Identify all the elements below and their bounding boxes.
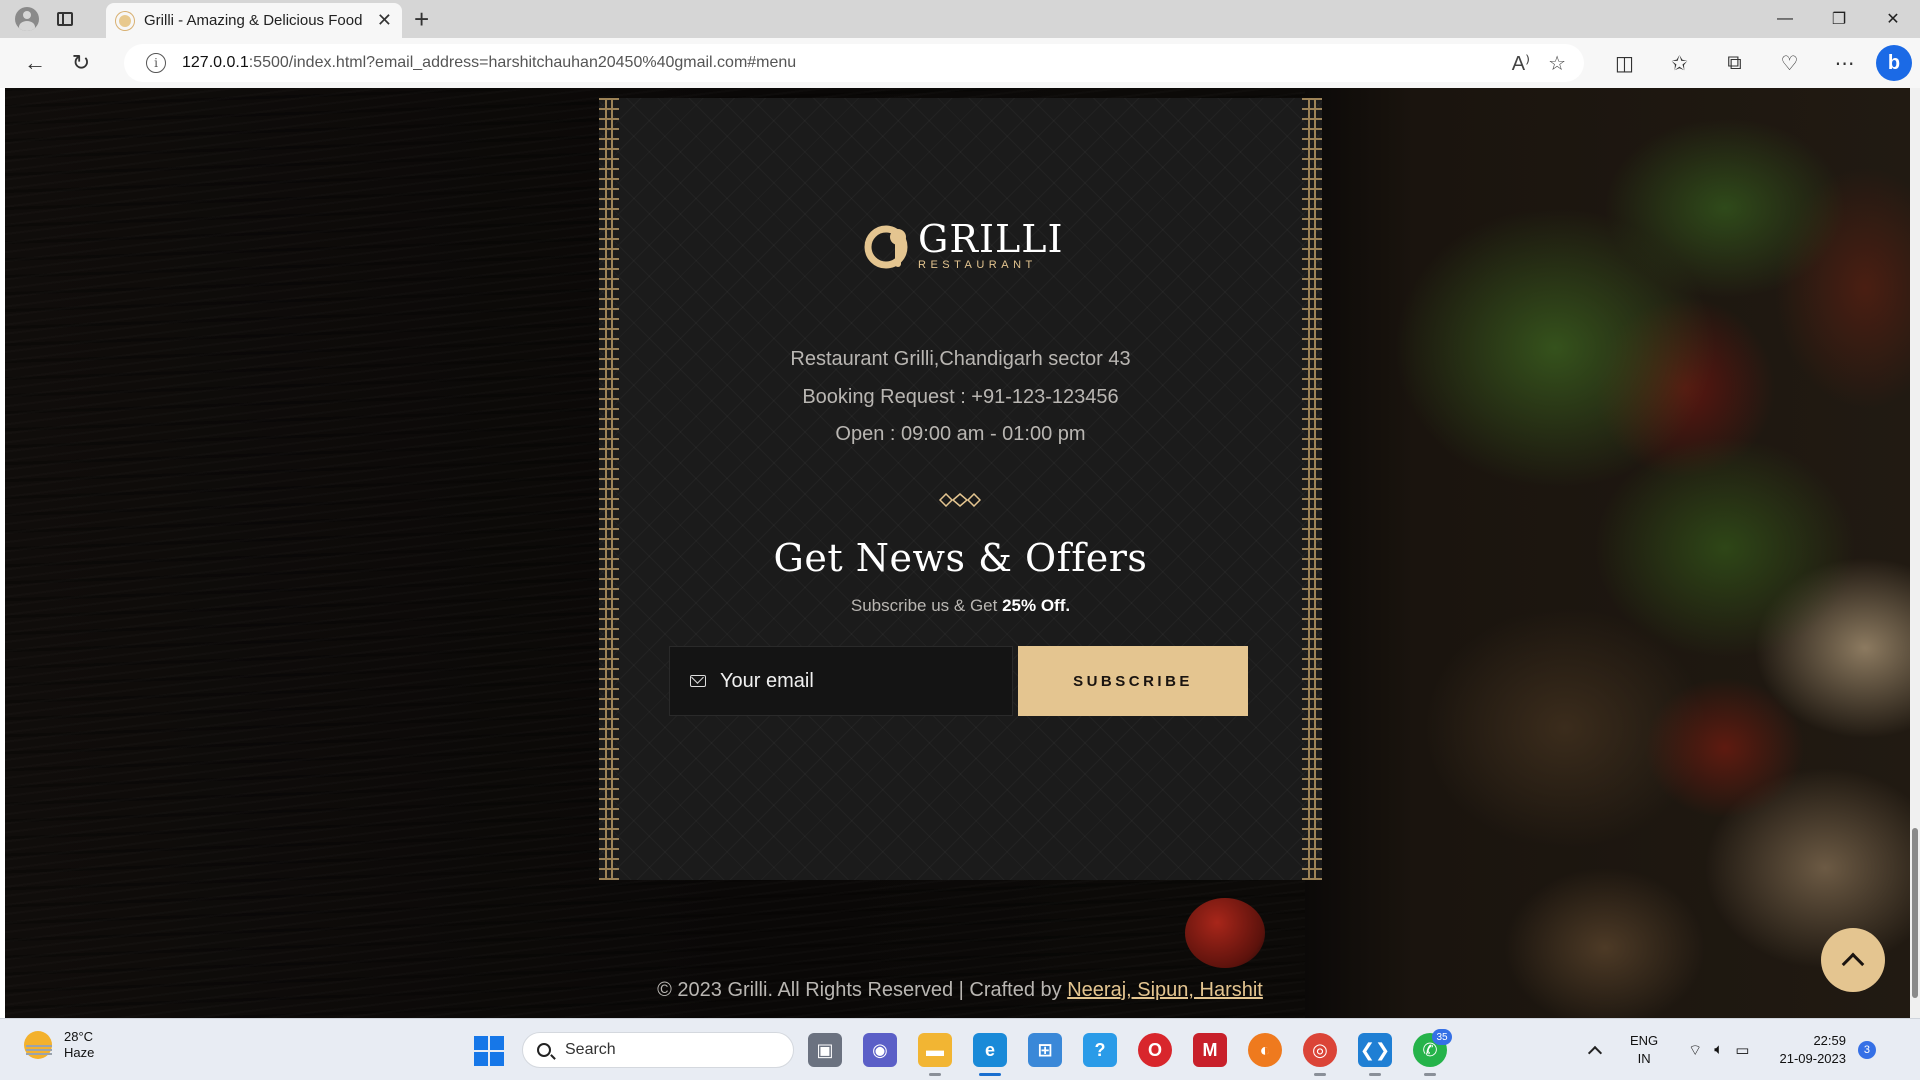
refresh-icon[interactable]: ↻ xyxy=(58,40,104,86)
task-view-icon[interactable]: ▣ xyxy=(808,1033,842,1067)
card-ornament-right xyxy=(1302,98,1322,880)
running-indicator xyxy=(929,1073,941,1076)
more-options-icon[interactable]: ⋯ xyxy=(1817,51,1872,76)
restaurant-address: Restaurant Grilli,Chandigarh sector 43 xyxy=(790,348,1131,370)
windows-taskbar: 28°C Haze Search ▣ ◉ ▬ e ⊞ ? O M ◐ ◎ ❮❯ … xyxy=(0,1018,1920,1080)
mail-icon xyxy=(690,675,706,687)
browser-essentials-icon[interactable]: ♡ xyxy=(1762,51,1817,76)
search-icon xyxy=(537,1043,551,1057)
battery-icon[interactable]: ▭ xyxy=(1735,1041,1749,1060)
teams-chat-icon[interactable]: ◉ xyxy=(863,1033,897,1067)
collections-icon[interactable]: ⧉ xyxy=(1707,52,1762,75)
copyright-text: © 2023 Grilli. All Rights Reserved | Cra… xyxy=(657,979,1263,1001)
running-indicator xyxy=(1314,1073,1326,1076)
weather-widget[interactable]: 28°C Haze xyxy=(24,1029,94,1061)
windows-start-icon[interactable] xyxy=(474,1036,504,1066)
read-aloud-icon[interactable]: A⁾ xyxy=(1512,51,1530,76)
favorite-star-icon[interactable]: ☆ xyxy=(1548,51,1566,76)
tab-title: Grilli - Amazing & Delicious Food xyxy=(144,12,363,29)
wifi-icon[interactable]: ⌔ xyxy=(1688,1041,1702,1060)
edge-browser-icon[interactable]: e xyxy=(973,1033,1007,1067)
chevron-up-icon xyxy=(1841,952,1865,976)
search-label: Search xyxy=(565,1041,616,1058)
close-window-button[interactable]: ✕ xyxy=(1866,0,1920,38)
haze-weather-icon xyxy=(24,1031,52,1059)
scrollbar-thumb[interactable] xyxy=(1912,828,1918,998)
browser-tab[interactable]: Grilli - Amazing & Delicious Food ✕ xyxy=(106,3,402,38)
file-explorer-icon[interactable]: ▬ xyxy=(918,1033,952,1067)
notification-badge[interactable]: 3 xyxy=(1857,1041,1876,1059)
discount-highlight: 25% Off. xyxy=(1002,596,1071,615)
footer-brand-card: GRILLI RESTAURANT Restaurant Grilli,Chan… xyxy=(599,98,1322,880)
page-scrollbar[interactable] xyxy=(1910,88,1920,1018)
weather-description: Haze xyxy=(64,1045,95,1060)
running-indicator xyxy=(1424,1073,1436,1076)
logo-wordmark: GRILLI xyxy=(918,217,1064,261)
volume-icon[interactable]: 🔈︎ xyxy=(1714,1041,1723,1060)
back-to-top-button[interactable] xyxy=(1821,928,1885,992)
new-tab-button[interactable]: + xyxy=(414,4,429,34)
booking-phone[interactable]: Booking Request : +91-123-123456 xyxy=(599,386,1322,409)
window-controls: — ❐ ✕ xyxy=(1758,0,1920,38)
clock-time: 22:59 xyxy=(1813,1033,1846,1048)
grilli-logo[interactable]: GRILLI RESTAURANT xyxy=(864,220,1063,271)
back-arrow-icon[interactable]: ← xyxy=(12,40,58,86)
url-text[interactable]: 127.0.0.1:5500/index.html?email_address=… xyxy=(182,54,796,72)
restore-button[interactable]: ❐ xyxy=(1812,0,1866,38)
weather-temperature: 28°C xyxy=(64,1029,94,1044)
grilled-food-background-image xyxy=(1305,88,1915,1018)
mcafee-icon[interactable]: M xyxy=(1193,1033,1227,1067)
subscribe-button[interactable]: SUBSCRIBE xyxy=(1018,646,1248,716)
site-info-icon[interactable]: i xyxy=(146,53,166,73)
grilli-favicon-icon xyxy=(116,11,134,30)
authors-link[interactable]: Neeraj, Sipun, Harshit xyxy=(1067,979,1263,1001)
running-indicator xyxy=(1369,1073,1381,1076)
page-viewport: GRILLI RESTAURANT Restaurant Grilli,Chan… xyxy=(5,88,1915,1018)
language-indicator[interactable]: ENG IN xyxy=(1630,1032,1658,1068)
firefox-icon[interactable]: ◐ xyxy=(1248,1033,1282,1067)
split-screen-icon[interactable]: ◫ xyxy=(1597,51,1652,76)
tomato-decoration xyxy=(1185,898,1265,968)
minimize-button[interactable]: — xyxy=(1758,0,1812,38)
vscode-icon[interactable]: ❮❯ xyxy=(1358,1033,1392,1067)
opening-hours: Open : 09:00 am - 01:00 pm xyxy=(835,423,1086,445)
whatsapp-unread-badge: 35 xyxy=(1432,1029,1452,1045)
tab-close-icon[interactable]: ✕ xyxy=(377,10,392,31)
favorites-icon[interactable]: ✩ xyxy=(1652,51,1707,76)
address-bar[interactable]: i 127.0.0.1:5500/index.html?email_addres… xyxy=(124,44,1584,82)
opera-icon[interactable]: O xyxy=(1138,1033,1172,1067)
system-tray: ENG IN ⌔ 🔈︎ ▭ 22:59 21-09-2023 3 xyxy=(1587,1019,1876,1080)
browser-tab-bar: Grilli - Amazing & Delicious Food ✕ + — … xyxy=(0,0,1920,38)
get-help-icon[interactable]: ? xyxy=(1083,1033,1117,1067)
card-ornament-left xyxy=(599,98,619,880)
ornament-divider-icon xyxy=(939,493,981,507)
newsletter-heading: Get News & Offers xyxy=(773,536,1148,580)
clock[interactable]: 22:59 21-09-2023 xyxy=(1779,1032,1846,1068)
microsoft-store-icon[interactable]: ⊞ xyxy=(1028,1033,1062,1067)
email-field-wrapper xyxy=(669,646,1013,716)
show-hidden-icons-icon[interactable] xyxy=(1587,1045,1603,1061)
tab-actions-icon[interactable] xyxy=(46,0,84,38)
active-indicator xyxy=(979,1073,1001,1076)
newsletter-subtitle: Subscribe us & Get 25% Off. xyxy=(850,596,1071,615)
bing-copilot-icon[interactable]: b xyxy=(1876,45,1912,81)
grilli-logo-mark-icon xyxy=(864,221,914,271)
chrome-icon[interactable]: ◎ xyxy=(1303,1033,1337,1067)
email-input[interactable] xyxy=(720,669,1000,693)
browser-toolbar: ← ↻ i 127.0.0.1:5500/index.html?email_ad… xyxy=(0,38,1920,88)
taskbar-search[interactable]: Search xyxy=(522,1032,794,1068)
profile-icon[interactable] xyxy=(8,0,46,38)
clock-date: 21-09-2023 xyxy=(1779,1051,1846,1066)
